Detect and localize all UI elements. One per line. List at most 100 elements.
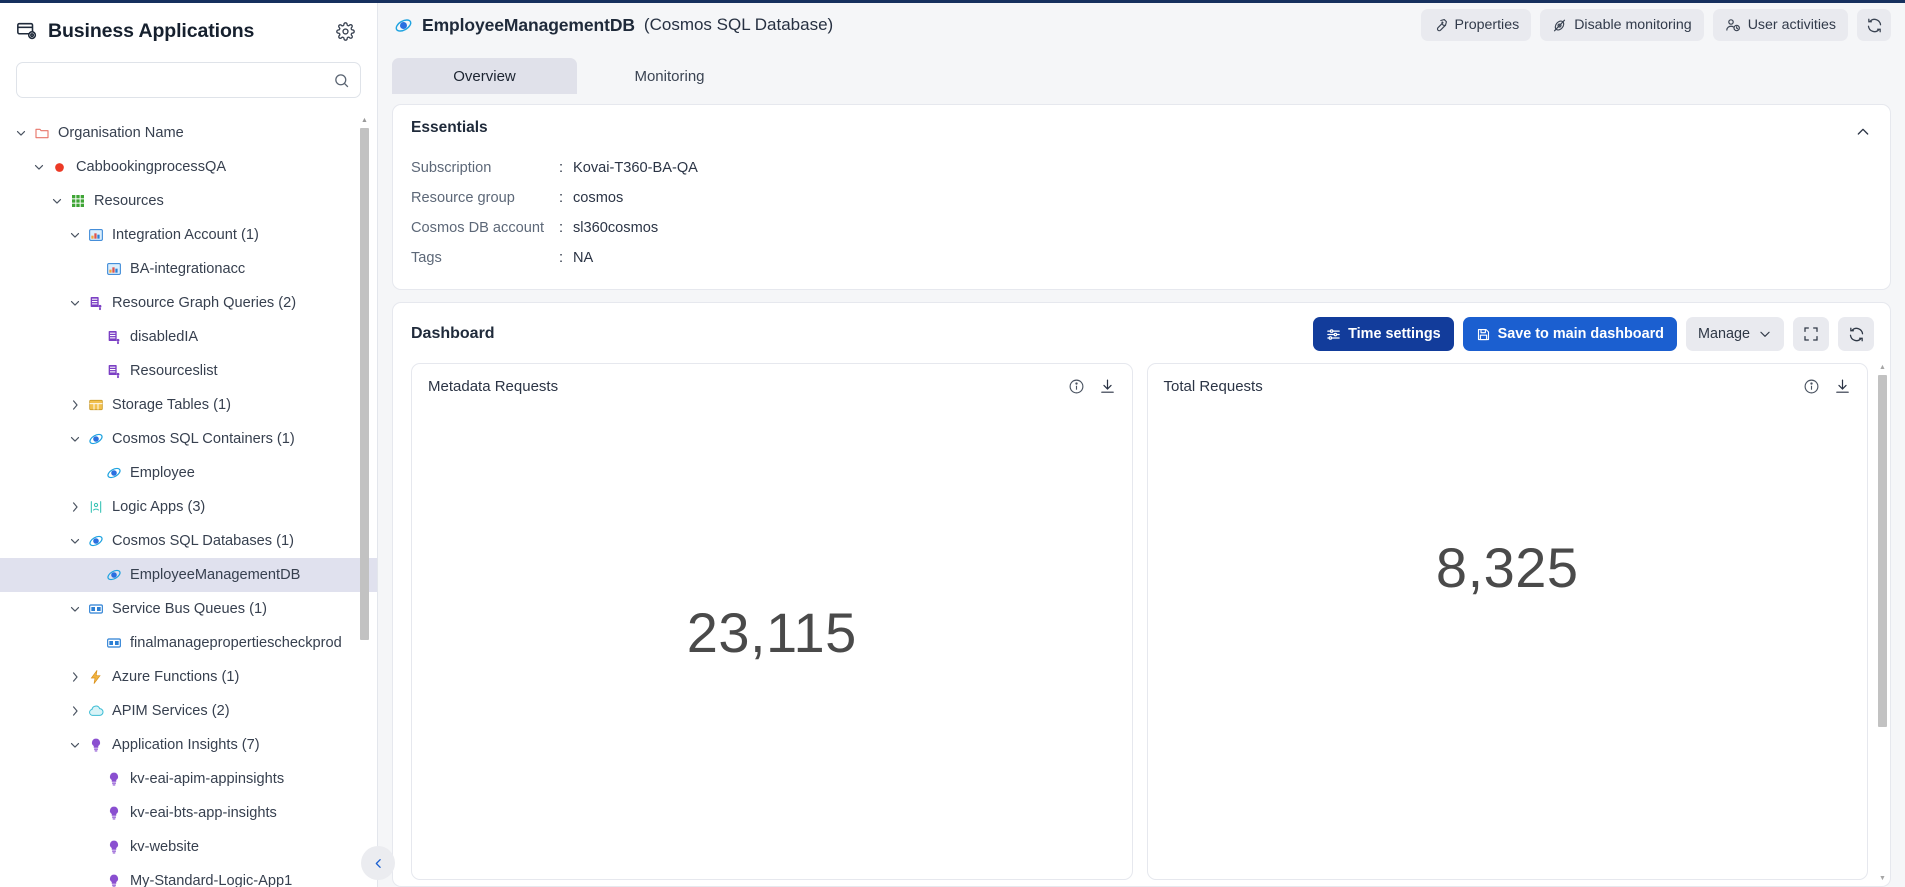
sidebar-collapse-button[interactable] bbox=[361, 846, 395, 880]
sidebar-item-logic-apps-3[interactable]: Logic Apps (3) bbox=[0, 490, 377, 524]
sidebar-item-resources[interactable]: Resources bbox=[0, 184, 377, 218]
user-activities-button[interactable]: User activities bbox=[1712, 9, 1848, 41]
sidebar-item-label: EmployeeManagementDB bbox=[130, 567, 301, 583]
manage-dropdown-button[interactable]: Manage bbox=[1685, 317, 1784, 351]
properties-label: Properties bbox=[1454, 17, 1520, 33]
dashboard-refresh-button[interactable] bbox=[1838, 317, 1874, 351]
chevron-down-icon[interactable] bbox=[66, 226, 84, 244]
sidebar-item-cosmos-sql-databases-1[interactable]: Cosmos SQL Databases (1) bbox=[0, 524, 377, 558]
sidebar-item-employee[interactable]: Employee bbox=[0, 456, 377, 490]
gear-icon[interactable] bbox=[331, 17, 359, 45]
graph-purple-icon bbox=[104, 328, 123, 347]
time-settings-label: Time settings bbox=[1348, 326, 1441, 342]
sidebar-item-disabledia[interactable]: disabledIA bbox=[0, 320, 377, 354]
properties-button[interactable]: Properties bbox=[1420, 9, 1532, 41]
chevron-down-icon[interactable] bbox=[48, 192, 66, 210]
scrollbar-thumb[interactable] bbox=[360, 128, 369, 640]
sidebar-item-my-standard-logic-app1[interactable]: My-Standard-Logic-App1 bbox=[0, 864, 377, 887]
essentials-collapse-button[interactable] bbox=[1852, 121, 1874, 143]
tile-actions bbox=[1068, 378, 1116, 395]
sidebar-item-ba-integrationacc[interactable]: BA-integrationacc bbox=[0, 252, 377, 286]
chevron-left-icon bbox=[375, 858, 381, 868]
sidebar-item-kv-eai-bts-app-insights[interactable]: kv-eai-bts-app-insights bbox=[0, 796, 377, 830]
sidebar-item-label: Azure Functions (1) bbox=[112, 669, 240, 685]
sidebar-item-label: My-Standard-Logic-App1 bbox=[130, 873, 293, 887]
sidebar-item-label: Employee bbox=[130, 465, 195, 481]
sidebar-item-resource-graph-queries-2[interactable]: Resource Graph Queries (2) bbox=[0, 286, 377, 320]
business-applications-icon bbox=[16, 20, 38, 42]
dashboard-header: Dashboard Time settings Save to main das… bbox=[393, 303, 1890, 363]
chevron-right-icon[interactable] bbox=[66, 396, 84, 414]
info-icon[interactable] bbox=[1068, 378, 1085, 395]
search-input[interactable] bbox=[29, 71, 333, 89]
chevron-down-icon[interactable] bbox=[66, 532, 84, 550]
tile-header: Metadata Requests bbox=[412, 364, 1132, 395]
sidebar-item-kv-eai-apim-appinsights[interactable]: kv-eai-apim-appinsights bbox=[0, 762, 377, 796]
tab-monitoring[interactable]: Monitoring bbox=[577, 58, 762, 94]
chevron-down-icon[interactable] bbox=[30, 158, 48, 176]
tab-overview[interactable]: Overview bbox=[392, 58, 577, 94]
sidebar-item-label: Organisation Name bbox=[58, 125, 184, 141]
chevron-right-icon[interactable] bbox=[66, 668, 84, 686]
tab-overview-label: Overview bbox=[453, 67, 516, 85]
download-icon[interactable] bbox=[1099, 378, 1116, 395]
graph-purple-icon bbox=[86, 294, 105, 313]
download-icon[interactable] bbox=[1834, 378, 1851, 395]
tile-header: Total Requests bbox=[1148, 364, 1868, 395]
disable-monitoring-button[interactable]: Disable monitoring bbox=[1540, 9, 1704, 41]
function-icon bbox=[86, 668, 105, 687]
sidebar-item-employeemanagementdb[interactable]: EmployeeManagementDB bbox=[0, 558, 377, 592]
wrench-icon bbox=[1433, 18, 1448, 33]
sidebar-item-resourceslist[interactable]: Resourceslist bbox=[0, 354, 377, 388]
sidebar-item-storage-tables-1[interactable]: Storage Tables (1) bbox=[0, 388, 377, 422]
tile-body: 23,115 bbox=[412, 395, 1132, 879]
scroll-up-arrow[interactable]: ▲ bbox=[1879, 364, 1886, 371]
chevron-down-icon[interactable] bbox=[66, 600, 84, 618]
chevron-down-icon[interactable] bbox=[66, 430, 84, 448]
fullscreen-button[interactable] bbox=[1793, 317, 1829, 351]
sidebar-item-service-bus-queues-1[interactable]: Service Bus Queues (1) bbox=[0, 592, 377, 626]
chevron-right-icon[interactable] bbox=[66, 498, 84, 516]
main-panel: EmployeeManagementDB (Cosmos SQL Databas… bbox=[378, 0, 1905, 887]
header-actions: Properties Disable monitoring User activ… bbox=[1420, 9, 1905, 41]
search-icon[interactable] bbox=[333, 72, 350, 89]
sidebar-item-label: Service Bus Queues (1) bbox=[112, 601, 267, 617]
tree-list: Organisation Name CabbookingprocessQA Reso… bbox=[0, 116, 377, 887]
sidebar-item-label: Resourceslist bbox=[130, 363, 218, 379]
sidebar-item-label: Cosmos SQL Containers (1) bbox=[112, 431, 295, 447]
sidebar-item-label: finalmanagepropertiescheckprod bbox=[130, 635, 342, 651]
sidebar-item-azure-functions-1[interactable]: Azure Functions (1) bbox=[0, 660, 377, 694]
chevron-down-icon[interactable] bbox=[66, 294, 84, 312]
sidebar-item-cabbookingprocessqa[interactable]: CabbookingprocessQA bbox=[0, 150, 377, 184]
folder-icon bbox=[32, 124, 51, 143]
essentials-separator: : bbox=[559, 190, 564, 206]
sidebar-item-label: disabledIA bbox=[130, 329, 199, 345]
time-settings-button[interactable]: Time settings bbox=[1313, 317, 1454, 351]
essentials-value: sl360cosmos bbox=[573, 220, 659, 236]
sidebar-item-apim-services-2[interactable]: APIM Services (2) bbox=[0, 694, 377, 728]
scroll-up-arrow[interactable]: ▲ bbox=[361, 117, 368, 124]
cosmos-icon bbox=[86, 430, 105, 449]
appinsights-icon bbox=[104, 770, 123, 789]
sidebar-item-kv-website[interactable]: kv-website bbox=[0, 830, 377, 864]
tile-body: 8,325 bbox=[1148, 395, 1868, 879]
chevron-down-icon[interactable] bbox=[66, 736, 84, 754]
chevron-down-icon[interactable] bbox=[12, 124, 30, 142]
sidebar-item-finalmanagepropertiescheckprod[interactable]: finalmanagepropertiescheckprod bbox=[0, 626, 377, 660]
sidebar-item-label: BA-integrationacc bbox=[130, 261, 246, 277]
sidebar-item-application-insights-7[interactable]: Application Insights (7) bbox=[0, 728, 377, 762]
sidebar-item-organisation-name[interactable]: Organisation Name bbox=[0, 116, 377, 150]
sidebar-scrollbar[interactable]: ▲ bbox=[360, 117, 369, 881]
header-refresh-button[interactable] bbox=[1857, 9, 1891, 41]
dashboard-scrollbar[interactable]: ▲ ▼ bbox=[1877, 363, 1888, 882]
sidebar-search[interactable] bbox=[16, 62, 361, 98]
info-icon[interactable] bbox=[1803, 378, 1820, 395]
scroll-down-arrow[interactable]: ▼ bbox=[1879, 875, 1886, 882]
content-area: Essentials Subscription: Kovai-T360-BA-QA… bbox=[378, 94, 1905, 887]
sidebar-item-integration-account-1[interactable]: Integration Account (1) bbox=[0, 218, 377, 252]
graph-purple-icon bbox=[104, 362, 123, 381]
scrollbar-thumb[interactable] bbox=[1878, 375, 1887, 727]
save-to-main-dashboard-button[interactable]: Save to main dashboard bbox=[1462, 317, 1677, 351]
sidebar-item-cosmos-sql-containers-1[interactable]: Cosmos SQL Containers (1) bbox=[0, 422, 377, 456]
chevron-right-icon[interactable] bbox=[66, 702, 84, 720]
